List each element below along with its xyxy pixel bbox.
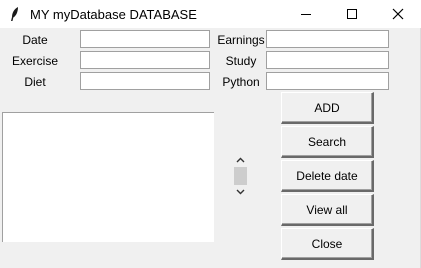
study-label: Study [225,54,257,68]
feather-icon [11,7,18,21]
close-window-button[interactable] [375,0,421,28]
chevron-down-icon [236,189,244,195]
date-label: Date [22,33,48,47]
python-field[interactable] [266,72,389,90]
exercise-field[interactable] [80,51,210,69]
exercise-label: Exercise [11,54,58,68]
title-bar[interactable]: MY myDatabase DATABASE [0,0,421,28]
earnings-field[interactable] [266,30,389,48]
study-field[interactable] [266,51,389,69]
add-button[interactable]: ADD [281,92,374,124]
scroll-up-button[interactable] [232,154,248,166]
diet-field[interactable] [80,72,210,90]
date-field[interactable] [80,30,210,48]
records-listbox[interactable] [2,112,214,242]
window-title: MY myDatabase DATABASE [30,7,197,22]
maximize-icon [347,9,357,19]
close-button[interactable]: Close [281,228,374,260]
search-button[interactable]: Search [281,126,374,158]
scroll-down-button[interactable] [232,186,248,198]
minimize-button[interactable] [283,0,329,28]
view-all-button[interactable]: View all [281,194,374,226]
app-window: MY myDatabase DATABASE Date Exercise Die… [0,0,421,268]
delete-date-button[interactable]: Delete date [281,160,374,192]
scrollbar-thumb[interactable] [234,167,247,185]
listbox-scrollbar[interactable] [232,150,248,202]
minimize-icon [301,14,311,15]
maximize-button[interactable] [329,0,375,28]
earnings-label: Earnings [217,33,265,47]
close-icon [392,8,404,20]
diet-label: Diet [24,75,46,89]
chevron-up-icon [236,157,244,163]
python-label: Python [222,75,260,89]
